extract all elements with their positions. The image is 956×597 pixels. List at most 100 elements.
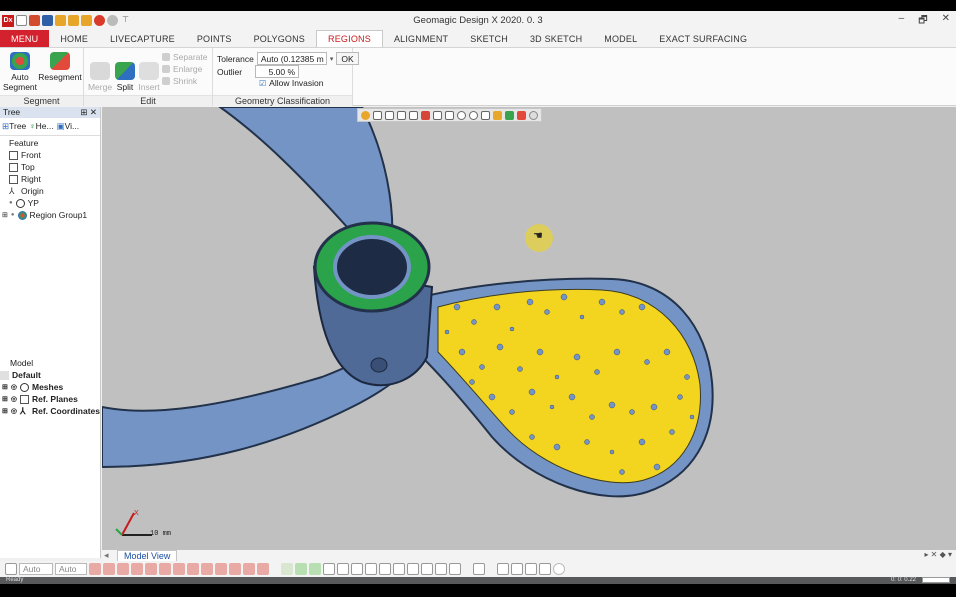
- filter-plane-icon[interactable]: [215, 563, 227, 575]
- model-item-ref-coordinates[interactable]: ⊞ ◎ ⅄ Ref. Coordinates: [0, 405, 100, 417]
- tab-exact-surfacing[interactable]: EXACT SURFACING: [648, 30, 758, 47]
- filter-face-icon[interactable]: [173, 563, 185, 575]
- visibility-icon[interactable]: ◎: [11, 395, 17, 403]
- tolerance-dropdown[interactable]: Auto (0.12385 m: [256, 52, 327, 65]
- visibility-toggle-icon[interactable]: [529, 110, 538, 120]
- filter-line-icon[interactable]: [229, 563, 241, 575]
- line-select-icon[interactable]: [433, 110, 442, 120]
- view-mode-icon[interactable]: [361, 110, 370, 120]
- tree-item-region-group[interactable]: ⊞ ● Region Group1: [2, 209, 100, 221]
- import-icon[interactable]: [55, 15, 66, 26]
- model-item-meshes[interactable]: ⊞ ◎ Meshes: [0, 381, 100, 393]
- merge-button[interactable]: Merge: [86, 62, 114, 92]
- tree-item-origin[interactable]: ⅄ Origin: [9, 185, 100, 197]
- display-feature-icon[interactable]: [421, 563, 433, 575]
- tab-home[interactable]: HOME: [49, 30, 99, 47]
- filter-curve-icon[interactable]: [257, 563, 269, 575]
- open-file-icon[interactable]: [29, 15, 40, 26]
- redo-icon[interactable]: [107, 15, 118, 26]
- select-mode-dropdown[interactable]: Auto: [19, 563, 53, 575]
- rectangle-select-icon[interactable]: [445, 110, 454, 120]
- expand-icon[interactable]: ⊞: [2, 407, 8, 415]
- filter-edge-icon[interactable]: [159, 563, 171, 575]
- filter-point-icon[interactable]: [131, 563, 143, 575]
- save-icon[interactable]: [42, 15, 53, 26]
- tree-item-yp[interactable]: ● YP: [9, 197, 100, 209]
- minimize-button[interactable]: –: [899, 13, 905, 30]
- tree-item-right[interactable]: Right: [9, 173, 100, 185]
- filter-body-icon[interactable]: [187, 563, 199, 575]
- filter-sketch-icon[interactable]: [201, 563, 213, 575]
- ok-button[interactable]: OK: [336, 52, 359, 65]
- tab-scroll-left-icon[interactable]: ◂: [104, 550, 109, 561]
- model-item-default[interactable]: Default: [0, 369, 100, 381]
- outlier-input[interactable]: 5.00 %: [255, 65, 300, 78]
- customize-qat-icon[interactable]: ⊤: [120, 15, 131, 26]
- pin-close-controls[interactable]: ⊞ ✕: [80, 107, 97, 118]
- tab-alignment[interactable]: ALIGNMENT: [383, 30, 459, 47]
- shrink-button[interactable]: Shrink: [162, 76, 197, 86]
- section-view-icon[interactable]: [409, 110, 418, 120]
- display-surface-icon[interactable]: [337, 563, 349, 575]
- region-select-icon[interactable]: [517, 110, 526, 120]
- display-deviation-icon[interactable]: [393, 563, 405, 575]
- measure-section-icon[interactable]: [539, 563, 551, 575]
- split-button[interactable]: Split: [114, 62, 136, 92]
- tab-sketch[interactable]: SKETCH: [459, 30, 519, 47]
- tree-item-top[interactable]: Top: [9, 161, 100, 173]
- expand-icon[interactable]: ⊞: [2, 383, 8, 391]
- resegment-button[interactable]: Resegment: [38, 52, 82, 82]
- display-sketch-icon[interactable]: [351, 563, 363, 575]
- tree-item-front[interactable]: Front: [9, 149, 100, 161]
- new-file-icon[interactable]: [16, 15, 27, 26]
- select-filter-dropdown[interactable]: Auto: [55, 563, 87, 575]
- measure-area-icon[interactable]: [553, 563, 565, 575]
- restore-button[interactable]: 🗗: [918, 13, 927, 30]
- visibility-icon[interactable]: ◎: [11, 383, 17, 391]
- undo-icon[interactable]: [94, 15, 105, 26]
- propeller-model[interactable]: [102, 107, 956, 550]
- tab-polygons[interactable]: POLYGONS: [243, 30, 316, 47]
- filter-mesh-icon[interactable]: [103, 563, 115, 575]
- display-texture-icon[interactable]: [449, 563, 461, 575]
- render-mode-icon[interactable]: [397, 110, 406, 120]
- tab-history[interactable]: ♆He...: [29, 121, 53, 132]
- display-ref-icon[interactable]: [379, 563, 391, 575]
- insert-button[interactable]: Insert: [136, 62, 162, 92]
- expand-icon[interactable]: ⊞: [2, 395, 8, 403]
- tab-regions[interactable]: REGIONS: [316, 30, 383, 47]
- enlarge-button[interactable]: Enlarge: [162, 64, 202, 74]
- model-viewport[interactable]: ☚ X 10 mm: [102, 107, 956, 550]
- select-mode-icon[interactable]: [421, 110, 430, 120]
- measure-angle-icon[interactable]: [511, 563, 523, 575]
- tab-model[interactable]: MODEL: [593, 30, 648, 47]
- display-3d-sketch-icon[interactable]: [365, 563, 377, 575]
- tab-model-view[interactable]: Model View: [117, 550, 178, 561]
- allow-invasion-checkbox[interactable]: ☑: [259, 79, 266, 88]
- tab-3d-sketch[interactable]: 3D SKETCH: [519, 30, 593, 47]
- view-direction-icon[interactable]: [373, 110, 382, 120]
- close-button[interactable]: ✕: [942, 13, 950, 30]
- display-body-icon[interactable]: [323, 563, 335, 575]
- tab-menu[interactable]: MENU: [0, 30, 50, 47]
- folder-icon[interactable]: [81, 15, 92, 26]
- extend-select-icon[interactable]: [505, 110, 514, 120]
- view-tab-controls[interactable]: ▸ ✕ ◆ ▾: [924, 550, 952, 559]
- tab-view[interactable]: ▣Vi...: [57, 121, 80, 132]
- tab-livecapture[interactable]: LIVECAPTURE: [99, 30, 186, 47]
- paint-brush-icon[interactable]: [493, 110, 502, 120]
- filter-coord-icon[interactable]: [243, 563, 255, 575]
- selection-filter-icon[interactable]: [5, 563, 17, 575]
- circle-select-icon[interactable]: [457, 110, 466, 120]
- export-icon[interactable]: [68, 15, 79, 26]
- display-mesh-icon[interactable]: [295, 563, 307, 575]
- model-item-ref-planes[interactable]: ⊞ ◎ Ref. Planes: [0, 393, 100, 405]
- visibility-icon[interactable]: ◎: [11, 407, 17, 415]
- measure-distance-icon[interactable]: [497, 563, 509, 575]
- freeform-select-icon[interactable]: [481, 110, 490, 120]
- filter-vertex-icon[interactable]: [145, 563, 157, 575]
- separate-button[interactable]: Separate: [162, 52, 208, 62]
- display-analysis-icon[interactable]: [435, 563, 447, 575]
- filter-region-icon[interactable]: [117, 563, 129, 575]
- expand-icon[interactable]: ⊞: [2, 211, 8, 219]
